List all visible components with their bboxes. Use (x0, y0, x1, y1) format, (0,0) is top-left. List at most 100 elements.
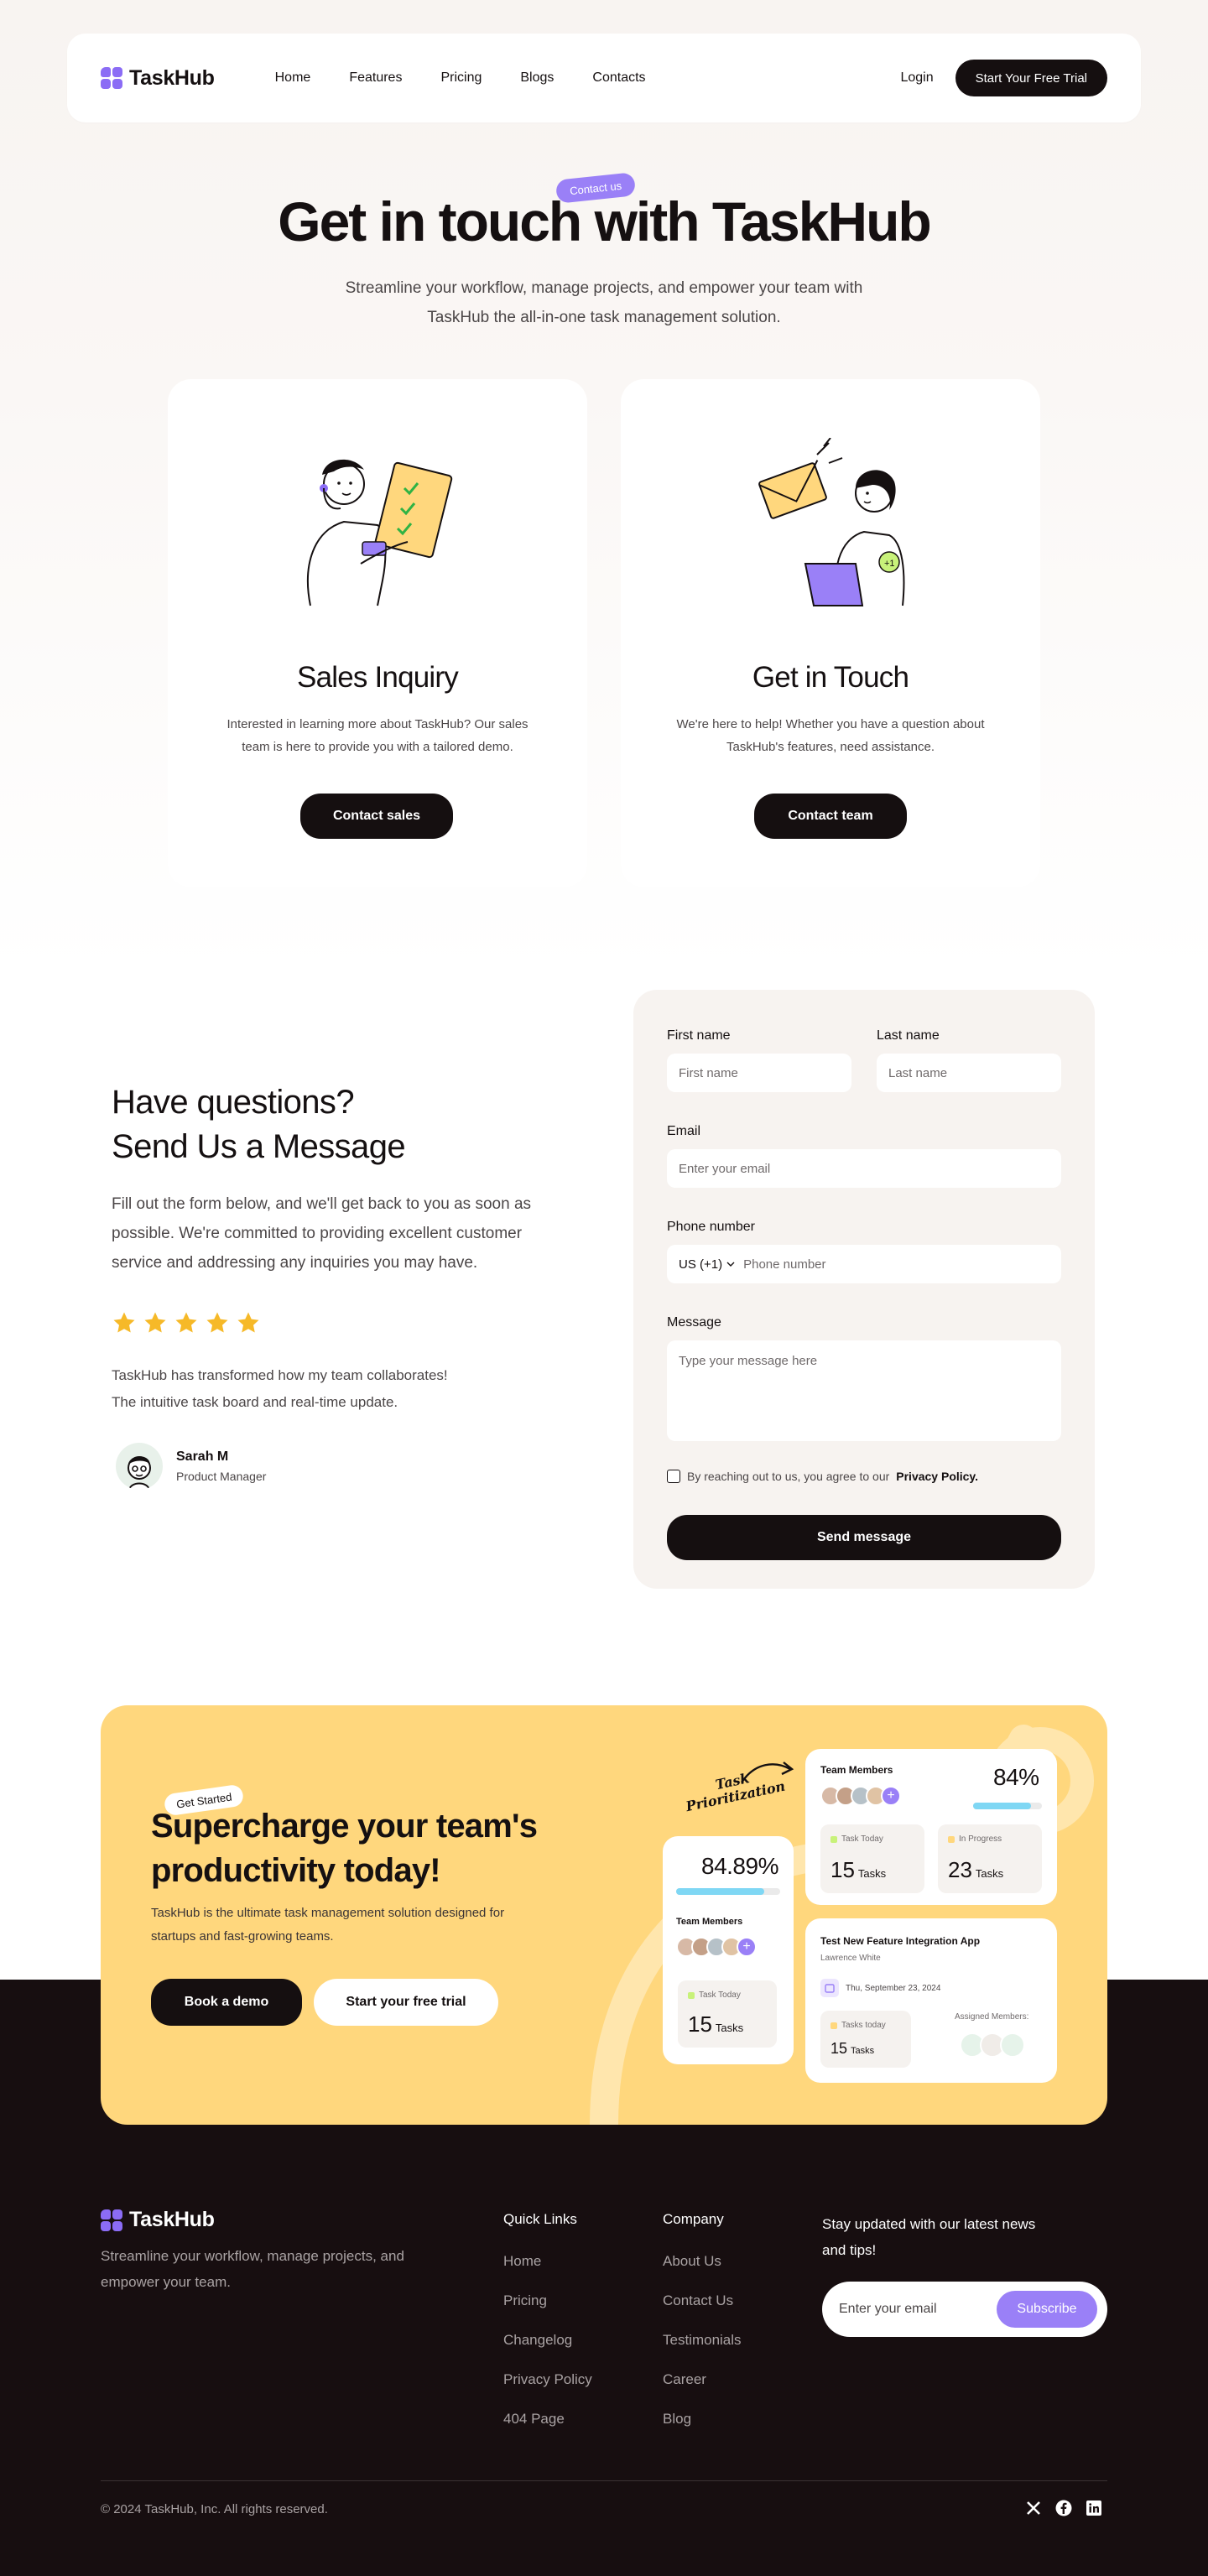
x-icon[interactable] (1025, 2500, 1042, 2516)
hero-subtitle: Streamline your workflow, manage project… (345, 279, 863, 326)
newsletter-form: Subscribe (822, 2282, 1107, 2337)
chevron-down-icon (726, 1262, 735, 1267)
add-member-icon[interactable]: + (881, 1786, 901, 1806)
calendar-icon (820, 1979, 839, 1997)
card-description: Interested in learning more about TaskHu… (226, 717, 528, 754)
privacy-policy-link[interactable]: Privacy Policy. (896, 1470, 978, 1483)
subscribe-button[interactable]: Subscribe (997, 2291, 1097, 2328)
first-name-field[interactable] (667, 1054, 851, 1092)
footer-link-testimonials[interactable]: Testimonials (663, 2332, 742, 2349)
footer-logo[interactable]: TaskHub (101, 2208, 215, 2232)
add-member-icon[interactable]: + (737, 1937, 757, 1957)
contact-team-button[interactable]: Contact team (754, 794, 907, 839)
contact-sales-button[interactable]: Contact sales (300, 794, 453, 839)
privacy-consent: By reaching out to us, you agree to our … (667, 1470, 978, 1483)
last-name-label: Last name (877, 1028, 940, 1043)
company-heading: Company (663, 2211, 724, 2227)
stat-label-text: Task Today (699, 1991, 741, 2000)
star-icon (144, 1312, 166, 1333)
task-date: Thu, September 23, 2024 (846, 1983, 941, 1993)
task-title: Test New Feature Integration App (820, 1935, 981, 1947)
stat-label-text: Task Today (841, 1834, 883, 1844)
footer-link-changelog[interactable]: Changelog (503, 2332, 572, 2349)
stat-unit: Tasks (857, 1867, 887, 1880)
nav-link-blogs[interactable]: Blogs (520, 70, 554, 86)
facebook-icon[interactable] (1055, 2500, 1072, 2516)
assigned-avatars (960, 2032, 1025, 2058)
footer-link-contact[interactable]: Contact Us (663, 2292, 733, 2309)
svg-text:+1: +1 (884, 559, 895, 569)
progress-fill (973, 1803, 1031, 1809)
stat-unit: Tasks (975, 1867, 1004, 1880)
arrow-icon (741, 1762, 794, 1783)
country-code-value: US (+1) (679, 1257, 723, 1272)
message-field[interactable] (667, 1340, 1061, 1441)
card-description: We're here to help! Whether you have a q… (676, 717, 985, 754)
nav-link-home[interactable]: Home (275, 70, 311, 86)
team-percent: 84% (993, 1764, 1039, 1790)
stat-value: 15 Tasks (830, 1857, 886, 1883)
testimonial-author: Sarah M Product Manager (116, 1443, 266, 1490)
book-demo-button[interactable]: Book a demo (151, 1979, 302, 2026)
footer-link-blog[interactable]: Blog (663, 2411, 691, 2428)
progress-fill (676, 1888, 765, 1895)
stat-dot-icon (830, 2022, 837, 2029)
email-field[interactable] (667, 1149, 1061, 1188)
phone-input[interactable] (743, 1246, 1046, 1283)
start-free-trial-cta-button[interactable]: Start your free trial (314, 1979, 498, 2026)
get-in-touch-card: +1 Get in Touch We're here to help! Whet… (621, 379, 1040, 887)
testimonial-line-2: The intuitive task board and real-time u… (112, 1394, 398, 1410)
social-links (1025, 2500, 1102, 2516)
privacy-consent-text: By reaching out to us, you agree to our (687, 1470, 890, 1483)
privacy-checkbox[interactable] (667, 1470, 680, 1483)
country-code-select[interactable]: US (+1) (667, 1257, 735, 1272)
stat-unit: Tasks (851, 2046, 875, 2056)
footer-link-privacy-policy[interactable]: Privacy Policy (503, 2371, 592, 2388)
avatar-face-icon (128, 1456, 151, 1490)
stat-dot-icon (830, 1835, 837, 1843)
nav-link-contacts[interactable]: Contacts (592, 70, 645, 86)
navbar: TaskHub Home Features Pricing Blogs Cont… (67, 34, 1141, 122)
cta-description: TaskHub is the ultimate task management … (151, 1906, 505, 1944)
copyright: © 2024 TaskHub, Inc. All rights reserved… (101, 2502, 328, 2516)
team-members-title: Team Members (820, 1764, 893, 1776)
footer-link-home[interactable]: Home (503, 2253, 541, 2270)
last-name-field[interactable] (877, 1054, 1061, 1092)
stat-label: Task Today (688, 1991, 741, 2000)
login-link[interactable]: Login (900, 70, 933, 86)
logo-icon (101, 67, 122, 89)
cta-title-line-1: Supercharge your team's (151, 1808, 538, 1845)
cta-title: Supercharge your team's productivity tod… (151, 1804, 587, 1893)
stat-value: 23 Tasks (948, 1857, 1003, 1883)
message-section-title: Have questions? Send Us a Message (112, 1080, 548, 1169)
first-name-label: First name (667, 1028, 731, 1043)
newsletter-email-input[interactable] (839, 2291, 998, 2328)
assigned-members-label: Assigned Members: (955, 2012, 1029, 2022)
page: TaskHub Home Features Pricing Blogs Cont… (0, 0, 1208, 2576)
nav-links: Home Features Pricing Blogs Contacts (275, 70, 685, 86)
footer-link-career[interactable]: Career (663, 2371, 706, 2388)
linkedin-icon[interactable] (1086, 2500, 1102, 2516)
author-name: Sarah M (176, 1449, 229, 1464)
logo[interactable]: TaskHub (101, 66, 215, 91)
start-free-trial-button[interactable]: Start Your Free Trial (955, 60, 1107, 96)
in-progress-stat: In Progress 23 Tasks (938, 1824, 1042, 1893)
send-message-button[interactable]: Send message (667, 1515, 1061, 1560)
logo-text: TaskHub (129, 2208, 215, 2231)
footer-link-404[interactable]: 404 Page (503, 2411, 565, 2428)
nav-link-pricing[interactable]: Pricing (440, 70, 482, 86)
stat-number: 15 (830, 1857, 855, 1882)
nav-link-features[interactable]: Features (349, 70, 402, 86)
card-title: Sales Inquiry (297, 661, 459, 694)
footer-link-pricing[interactable]: Pricing (503, 2292, 547, 2309)
testimonial-quote: TaskHub has transformed how my team coll… (112, 1362, 514, 1416)
footer-link-about[interactable]: About Us (663, 2253, 721, 2270)
team-members-heading: Team Members (676, 1917, 743, 1927)
phone-field: US (+1) (667, 1245, 1061, 1283)
email-label: Email (667, 1124, 701, 1138)
star-icon (113, 1312, 135, 1333)
message-description: Fill out the form below, and we'll get b… (112, 1195, 532, 1272)
stat-number: 15 (830, 2040, 848, 2057)
author-role: Product Manager (176, 1470, 267, 1483)
contact-form: First name Last name Email Phone number … (633, 990, 1095, 1589)
